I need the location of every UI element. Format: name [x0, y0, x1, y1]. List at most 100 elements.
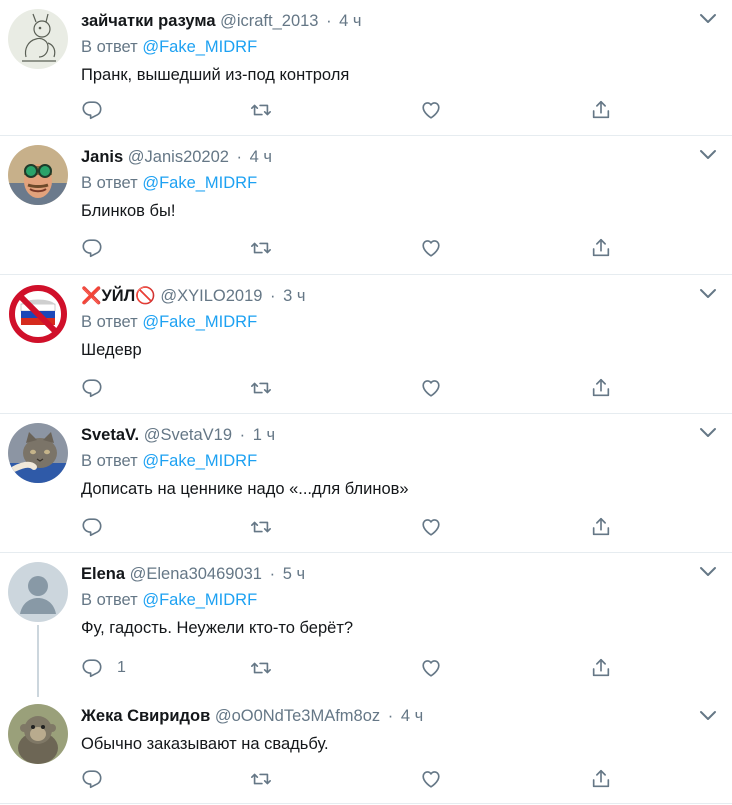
- display-name[interactable]: Elena: [81, 565, 125, 583]
- retweet-button[interactable]: [250, 376, 272, 400]
- avatar-cat[interactable]: [8, 423, 68, 483]
- share-button[interactable]: [590, 98, 612, 122]
- mention-link[interactable]: @Fake_MIDRF: [142, 452, 257, 470]
- more-options-caret[interactable]: [698, 565, 718, 579]
- tweet-text: Дописать на ценнике надо «...для блинов»: [81, 480, 409, 498]
- user-handle[interactable]: @oO0NdTe3MAfm8oz: [215, 707, 380, 725]
- retweet-button[interactable]: [250, 98, 272, 122]
- retweet-icon: [250, 99, 272, 121]
- default-user-avatar-icon: [8, 562, 68, 622]
- reply-context: В ответ @Fake_MIDRF: [81, 310, 718, 334]
- timestamp[interactable]: 4 ч: [401, 707, 423, 725]
- chevron-down-icon: [698, 12, 718, 26]
- display-name[interactable]: зайчатки разума: [81, 12, 216, 30]
- share-button[interactable]: [590, 656, 612, 680]
- tweet[interactable]: ❌УЙЛ🚫 @XYILO2019 · 3 ч В ответ @Fake_MID…: [0, 275, 732, 414]
- share-button[interactable]: [590, 767, 612, 791]
- avatar-sketch[interactable]: [8, 9, 68, 69]
- mention-link[interactable]: @Fake_MIDRF: [142, 174, 257, 192]
- chevron-down-icon: [698, 565, 718, 579]
- reply-button[interactable]: [81, 767, 117, 791]
- share-icon: [590, 377, 612, 399]
- retweet-button[interactable]: [250, 515, 272, 539]
- like-button[interactable]: [420, 515, 442, 539]
- reply-context: В ответ @Fake_MIDRF: [81, 449, 718, 473]
- retweet-icon: [250, 768, 272, 790]
- mention-link[interactable]: @Fake_MIDRF: [142, 313, 257, 331]
- avatar-man-goggles[interactable]: [8, 145, 68, 205]
- display-name[interactable]: SvetaV.: [81, 426, 139, 444]
- tweet-header: Janis @Janis20202 · 4 ч: [81, 145, 718, 169]
- retweet-button[interactable]: [250, 656, 272, 680]
- share-icon: [590, 516, 612, 538]
- like-button[interactable]: [420, 656, 442, 680]
- reply-prefix: В ответ: [81, 38, 138, 56]
- retweet-button[interactable]: [250, 236, 272, 260]
- reply-button[interactable]: [81, 515, 117, 539]
- more-options-caret[interactable]: [698, 148, 718, 162]
- separator-dot: ·: [270, 287, 276, 305]
- sketch-avatar-icon: [8, 9, 68, 69]
- reply-icon: [81, 377, 103, 399]
- mention-link[interactable]: @Fake_MIDRF: [142, 38, 257, 56]
- timestamp[interactable]: 3 ч: [283, 287, 305, 305]
- share-button[interactable]: [590, 376, 612, 400]
- like-button[interactable]: [420, 98, 442, 122]
- display-name[interactable]: УЙЛ: [102, 287, 136, 305]
- separator-dot: ·: [236, 148, 243, 166]
- reply-button[interactable]: [81, 376, 117, 400]
- avatar-prohibited-flag[interactable]: [8, 284, 68, 344]
- chevron-down-icon: [698, 709, 718, 723]
- tweet[interactable]: зайчатки разума @icraft_2013 · 4 ч В отв…: [0, 0, 732, 136]
- user-handle[interactable]: @SvetaV19: [144, 426, 232, 444]
- reply-button[interactable]: [81, 98, 117, 122]
- more-options-caret[interactable]: [698, 709, 718, 723]
- avatar-monkey[interactable]: [8, 704, 68, 764]
- tweet[interactable]: Janis @Janis20202 · 4 ч В ответ @Fake_MI…: [0, 136, 732, 275]
- share-icon: [590, 657, 612, 679]
- user-handle[interactable]: @icraft_2013: [220, 12, 318, 30]
- retweet-icon: [250, 657, 272, 679]
- reply-button[interactable]: [81, 236, 117, 260]
- reply-icon: [81, 516, 103, 538]
- tweet-text: Обычно заказывают на свадьбу.: [81, 735, 329, 753]
- more-options-caret[interactable]: [698, 12, 718, 26]
- user-handle[interactable]: @Elena30469031: [130, 565, 262, 583]
- separator-dot: ·: [239, 426, 246, 444]
- timestamp[interactable]: 1 ч: [253, 426, 275, 444]
- reply-prefix: В ответ: [81, 452, 138, 470]
- retweet-button[interactable]: [250, 767, 272, 791]
- cat-avatar-icon: [8, 423, 68, 483]
- display-name[interactable]: Жека Свиридов: [81, 707, 210, 725]
- thread-connector: [37, 625, 39, 697]
- tweet-actions: [81, 236, 621, 260]
- tweet[interactable]: Elena @Elena30469031 · 5 ч В ответ @Fake…: [0, 553, 732, 697]
- like-button[interactable]: [420, 767, 442, 791]
- user-handle[interactable]: @XYILO2019: [160, 287, 262, 305]
- share-button[interactable]: [590, 236, 612, 260]
- like-button[interactable]: [420, 376, 442, 400]
- display-name[interactable]: Janis: [81, 148, 123, 166]
- heart-icon: [420, 768, 442, 790]
- chevron-down-icon: [698, 287, 718, 301]
- mention-link[interactable]: @Fake_MIDRF: [142, 591, 257, 609]
- timestamp[interactable]: 4 ч: [339, 12, 361, 30]
- like-button[interactable]: [420, 236, 442, 260]
- reply-button[interactable]: 1: [81, 656, 126, 680]
- tweet[interactable]: Жека Свиридов @oO0NdTe3MAfm8oz · 4 ч Обы…: [0, 692, 732, 804]
- timestamp[interactable]: 4 ч: [250, 148, 272, 166]
- user-handle[interactable]: @Janis20202: [128, 148, 229, 166]
- share-button[interactable]: [590, 515, 612, 539]
- reply-context: В ответ @Fake_MIDRF: [81, 588, 718, 612]
- share-icon: [590, 237, 612, 259]
- avatar-default[interactable]: [8, 562, 68, 622]
- tweet-content: Janis @Janis20202 · 4 ч В ответ @Fake_MI…: [81, 145, 718, 223]
- tweet[interactable]: SvetaV. @SvetaV19 · 1 ч В ответ @Fake_MI…: [0, 414, 732, 553]
- tweet-text: Блинков бы!: [81, 202, 176, 220]
- prohibited-flag-avatar-icon: [8, 284, 68, 344]
- timestamp[interactable]: 5 ч: [283, 565, 305, 583]
- more-options-caret[interactable]: [698, 287, 718, 301]
- more-options-caret[interactable]: [698, 426, 718, 440]
- reply-icon: [81, 99, 103, 121]
- cross-mark-icon: ❌: [81, 287, 102, 305]
